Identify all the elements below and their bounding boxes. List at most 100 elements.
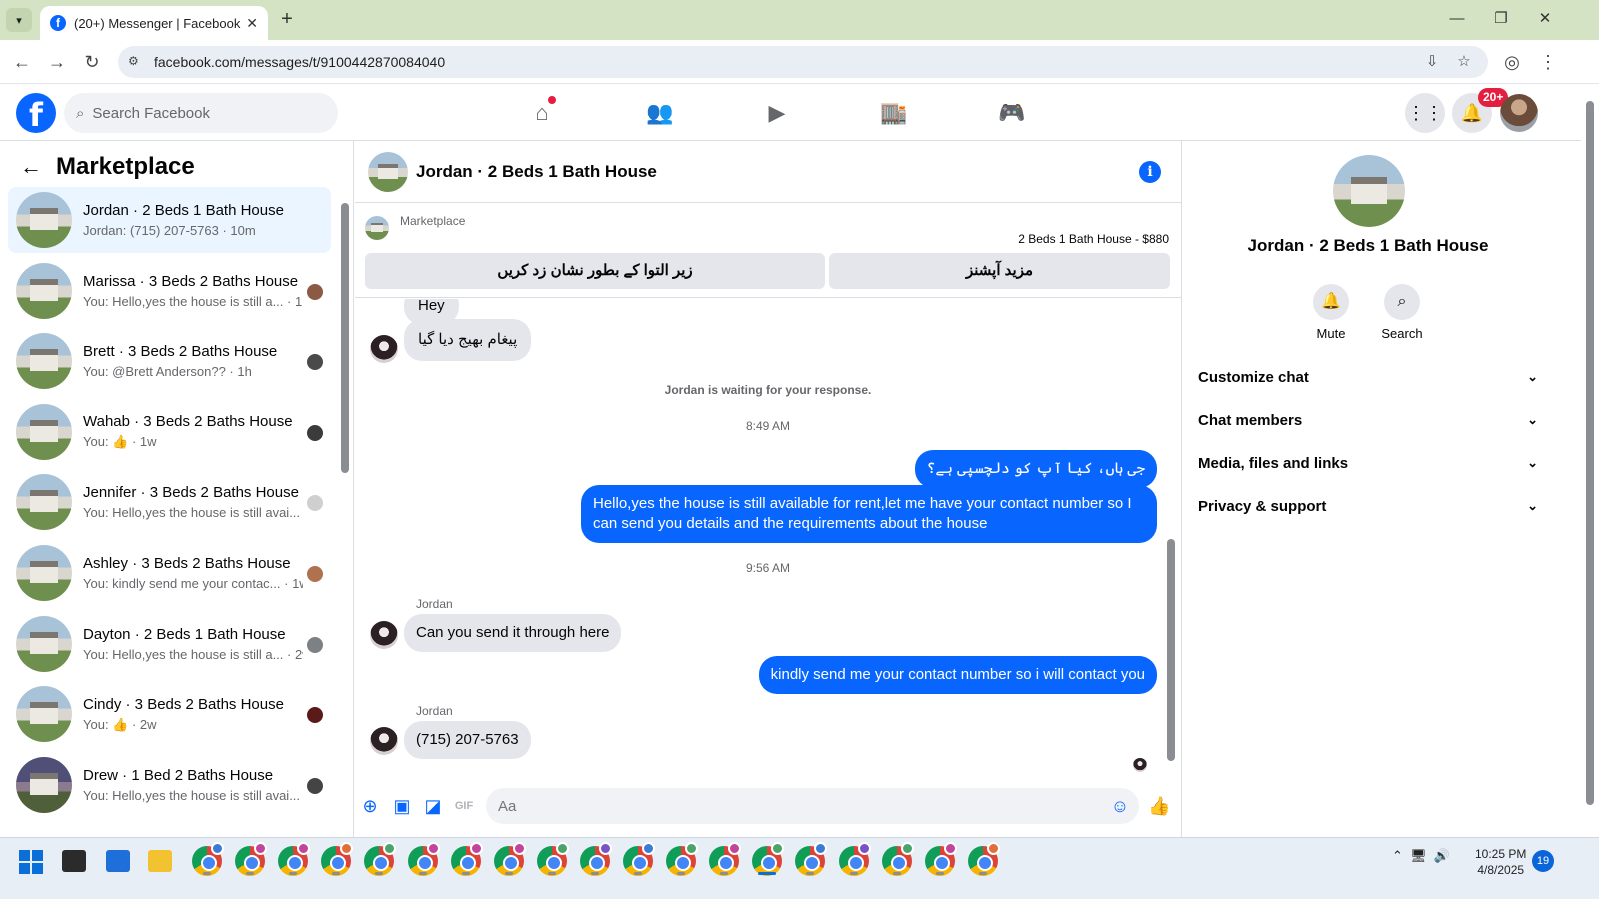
tab-search-icon[interactable]: ▾ — [6, 8, 32, 32]
conversation-item[interactable]: Brett · 3 Beds 2 Baths House You: @Brett … — [8, 328, 331, 394]
page-scrollbar-thumb[interactable] — [1586, 101, 1594, 805]
conversation-item[interactable]: Marissa · 3 Beds 2 Baths House You: Hello… — [8, 258, 331, 324]
info-icon[interactable]: i — [1139, 161, 1161, 183]
conversation-list-scrollbar[interactable] — [340, 193, 350, 829]
start-tile — [32, 863, 43, 874]
system-tray-icons[interactable]: ⌃ 🖥 🔊 — [1392, 848, 1450, 864]
gaming-icon[interactable]: 🎮 — [992, 97, 1032, 129]
listing-thumbnail — [16, 686, 72, 743]
sender-avatar[interactable] — [370, 621, 398, 649]
panel-title: ← Marketplace — [20, 153, 195, 181]
chat-header-avatar[interactable] — [368, 151, 408, 192]
browser-menu-icon[interactable]: ⋮ — [1536, 50, 1560, 74]
account-avatar[interactable] — [1500, 94, 1538, 132]
conversation-text: Cindy · 3 Beds 2 Baths House You: 👍 · 2w — [83, 696, 303, 733]
emoji-icon[interactable]: ☺ — [1109, 795, 1131, 817]
marketplace-icon[interactable]: 🏬 — [874, 97, 914, 129]
mark-pending-button[interactable]: زیر التوا کے بطور نشان زد کریں — [365, 253, 825, 289]
conversation-name: Marissa · 3 Beds 2 Baths House — [83, 272, 299, 290]
notification-count-badge[interactable]: 19 — [1532, 850, 1554, 872]
more-options-button[interactable]: مزید آپشنز — [829, 253, 1170, 289]
site-info-icon[interactable]: ⚙ — [128, 54, 144, 70]
conversation-preview: You: 👍 · 1w — [83, 434, 157, 450]
conversation-preview: You: Hello,yes the house is still avai..… — [83, 505, 303, 521]
mute-label: Mute — [1316, 326, 1346, 341]
like-thumb-icon[interactable]: 👍 — [1148, 795, 1170, 817]
back-arrow-icon[interactable]: ← — [20, 154, 42, 180]
conversation-item[interactable]: Jennifer · 3 Beds 2 Baths House You: Hell… — [8, 469, 331, 535]
sender-avatar[interactable] — [370, 727, 398, 755]
bookmark-star-icon[interactable]: ☆ — [1454, 52, 1474, 72]
clock-date: 4/8/2025 — [1477, 863, 1525, 877]
profile-badge — [512, 842, 526, 855]
profile-badge — [900, 842, 914, 855]
restore-icon[interactable]: ❐ — [1486, 8, 1516, 30]
page-scrollbar[interactable] — [1581, 85, 1599, 837]
minimize-icon[interactable]: — — [1442, 8, 1472, 30]
sticker-icon[interactable]: ◪ — [422, 795, 444, 817]
conversation-preview: You: Hello,yes the house is still avai..… — [83, 787, 303, 803]
reload-icon[interactable]: ↻ — [80, 50, 104, 74]
media-files-section[interactable]: Media, files and links ⌄ — [1198, 445, 1538, 481]
listing-thumbnail — [16, 262, 72, 319]
conversation-preview: You: kindly send me your contac... · 1w — [83, 576, 303, 591]
new-tab-icon[interactable]: + — [276, 8, 298, 30]
conversation-item[interactable]: Cindy · 3 Beds 2 Baths House You: 👍 · 2w — [8, 681, 331, 747]
photo-icon[interactable]: ▣ — [391, 795, 413, 817]
system-clock[interactable]: 10:25 PM 4/8/2025 — [1475, 846, 1526, 878]
url-text: facebook.com/messages/t/9100442870084040 — [154, 54, 446, 70]
listing-thumbnail[interactable] — [365, 216, 389, 240]
url-field[interactable]: ⚙ facebook.com/messages/t/91004428700840… — [118, 46, 1488, 78]
conversation-item[interactable]: Ashley · 3 Beds 2 Baths House You: kindly… — [8, 540, 331, 606]
plus-icon[interactable]: ⊕ — [359, 795, 381, 817]
chat-info-avatar[interactable] — [1333, 155, 1405, 227]
browser-tab[interactable]: f (20+) Messenger | Facebook ✕ — [40, 6, 268, 40]
notes-app-icon[interactable] — [106, 850, 130, 872]
video-icon[interactable]: ▶ — [757, 97, 797, 129]
file-explorer-icon[interactable] — [148, 850, 172, 872]
bell-icon: 🔔 — [1313, 284, 1349, 320]
back-icon[interactable]: ← — [10, 50, 34, 74]
conversation-item[interactable]: Wahab · 3 Beds 2 Baths House You: 👍 · 1w — [8, 399, 331, 465]
facebook-search-input[interactable]: ⌕ Search Facebook — [64, 93, 338, 133]
mute-button[interactable]: 🔔 Mute — [1301, 284, 1361, 341]
search-in-chat-button[interactable]: ⌕ Search — [1372, 284, 1432, 341]
conversation-item[interactable]: Drew · 1 Bed 2 Baths House You: Hello,yes… — [8, 752, 331, 818]
gif-icon[interactable]: GIF — [453, 795, 475, 817]
message-thread: Hey پیغام بھیج دیا گیا Jordan is waiting… — [355, 299, 1181, 775]
conversation-scroll-thumb[interactable] — [341, 203, 349, 473]
chat-members-section[interactable]: Chat members ⌄ — [1198, 402, 1538, 438]
facebook-logo-icon[interactable]: f — [16, 93, 56, 134]
conversation-item[interactable]: Dayton · 2 Beds 1 Bath House You: Hello,y… — [8, 611, 331, 677]
conversation-item[interactable]: Jordan · 2 Beds 1 Bath House Jordan: (715… — [8, 187, 331, 253]
sender-avatar[interactable] — [370, 335, 398, 363]
section-label: Media, files and links — [1198, 454, 1349, 472]
profile-icon[interactable]: ◎ — [1500, 50, 1524, 74]
customize-chat-section[interactable]: Customize chat ⌄ — [1198, 359, 1538, 395]
running-indicator — [375, 872, 384, 875]
message-bubble-incoming: Can you send it through here — [404, 614, 622, 652]
profile-badge — [469, 842, 483, 855]
close-window-icon[interactable]: ✕ — [1530, 8, 1560, 30]
listing-title-price[interactable]: 2 Beds 1 Bath House - $880 — [1018, 232, 1169, 246]
message-bubble-outgoing: جی ہاں، کیا آپ کو دلچسپی ہے؟ — [914, 450, 1157, 488]
message-scrollbar[interactable] — [1165, 299, 1177, 775]
task-view-icon[interactable] — [62, 850, 86, 872]
menu-grid-icon[interactable]: ⋮⋮ — [1405, 93, 1445, 133]
section-label: Privacy & support — [1198, 497, 1327, 515]
running-indicator — [720, 872, 729, 875]
message-scrollbar-thumb[interactable] — [1167, 539, 1175, 761]
chat-title[interactable]: Jordan · 2 Beds 1 Bath House — [416, 162, 657, 182]
message-input[interactable] — [486, 788, 1139, 824]
sender-name: Jordan — [416, 597, 453, 611]
close-tab-icon[interactable]: ✕ — [246, 15, 258, 32]
privacy-support-section[interactable]: Privacy & support ⌄ — [1198, 488, 1538, 524]
windows-start-icon[interactable] — [19, 850, 43, 874]
chat-header: Jordan · 2 Beds 1 Bath House i — [355, 141, 1181, 203]
profile-badge — [642, 842, 655, 855]
conversation-name: Cindy · 3 Beds 2 Baths House — [83, 695, 284, 713]
friends-icon[interactable]: 👥 — [640, 97, 680, 129]
home-icon[interactable]: ⌂ — [522, 97, 562, 129]
forward-icon[interactable]: → — [45, 50, 69, 74]
install-app-icon[interactable]: ⇩ — [1422, 52, 1442, 72]
